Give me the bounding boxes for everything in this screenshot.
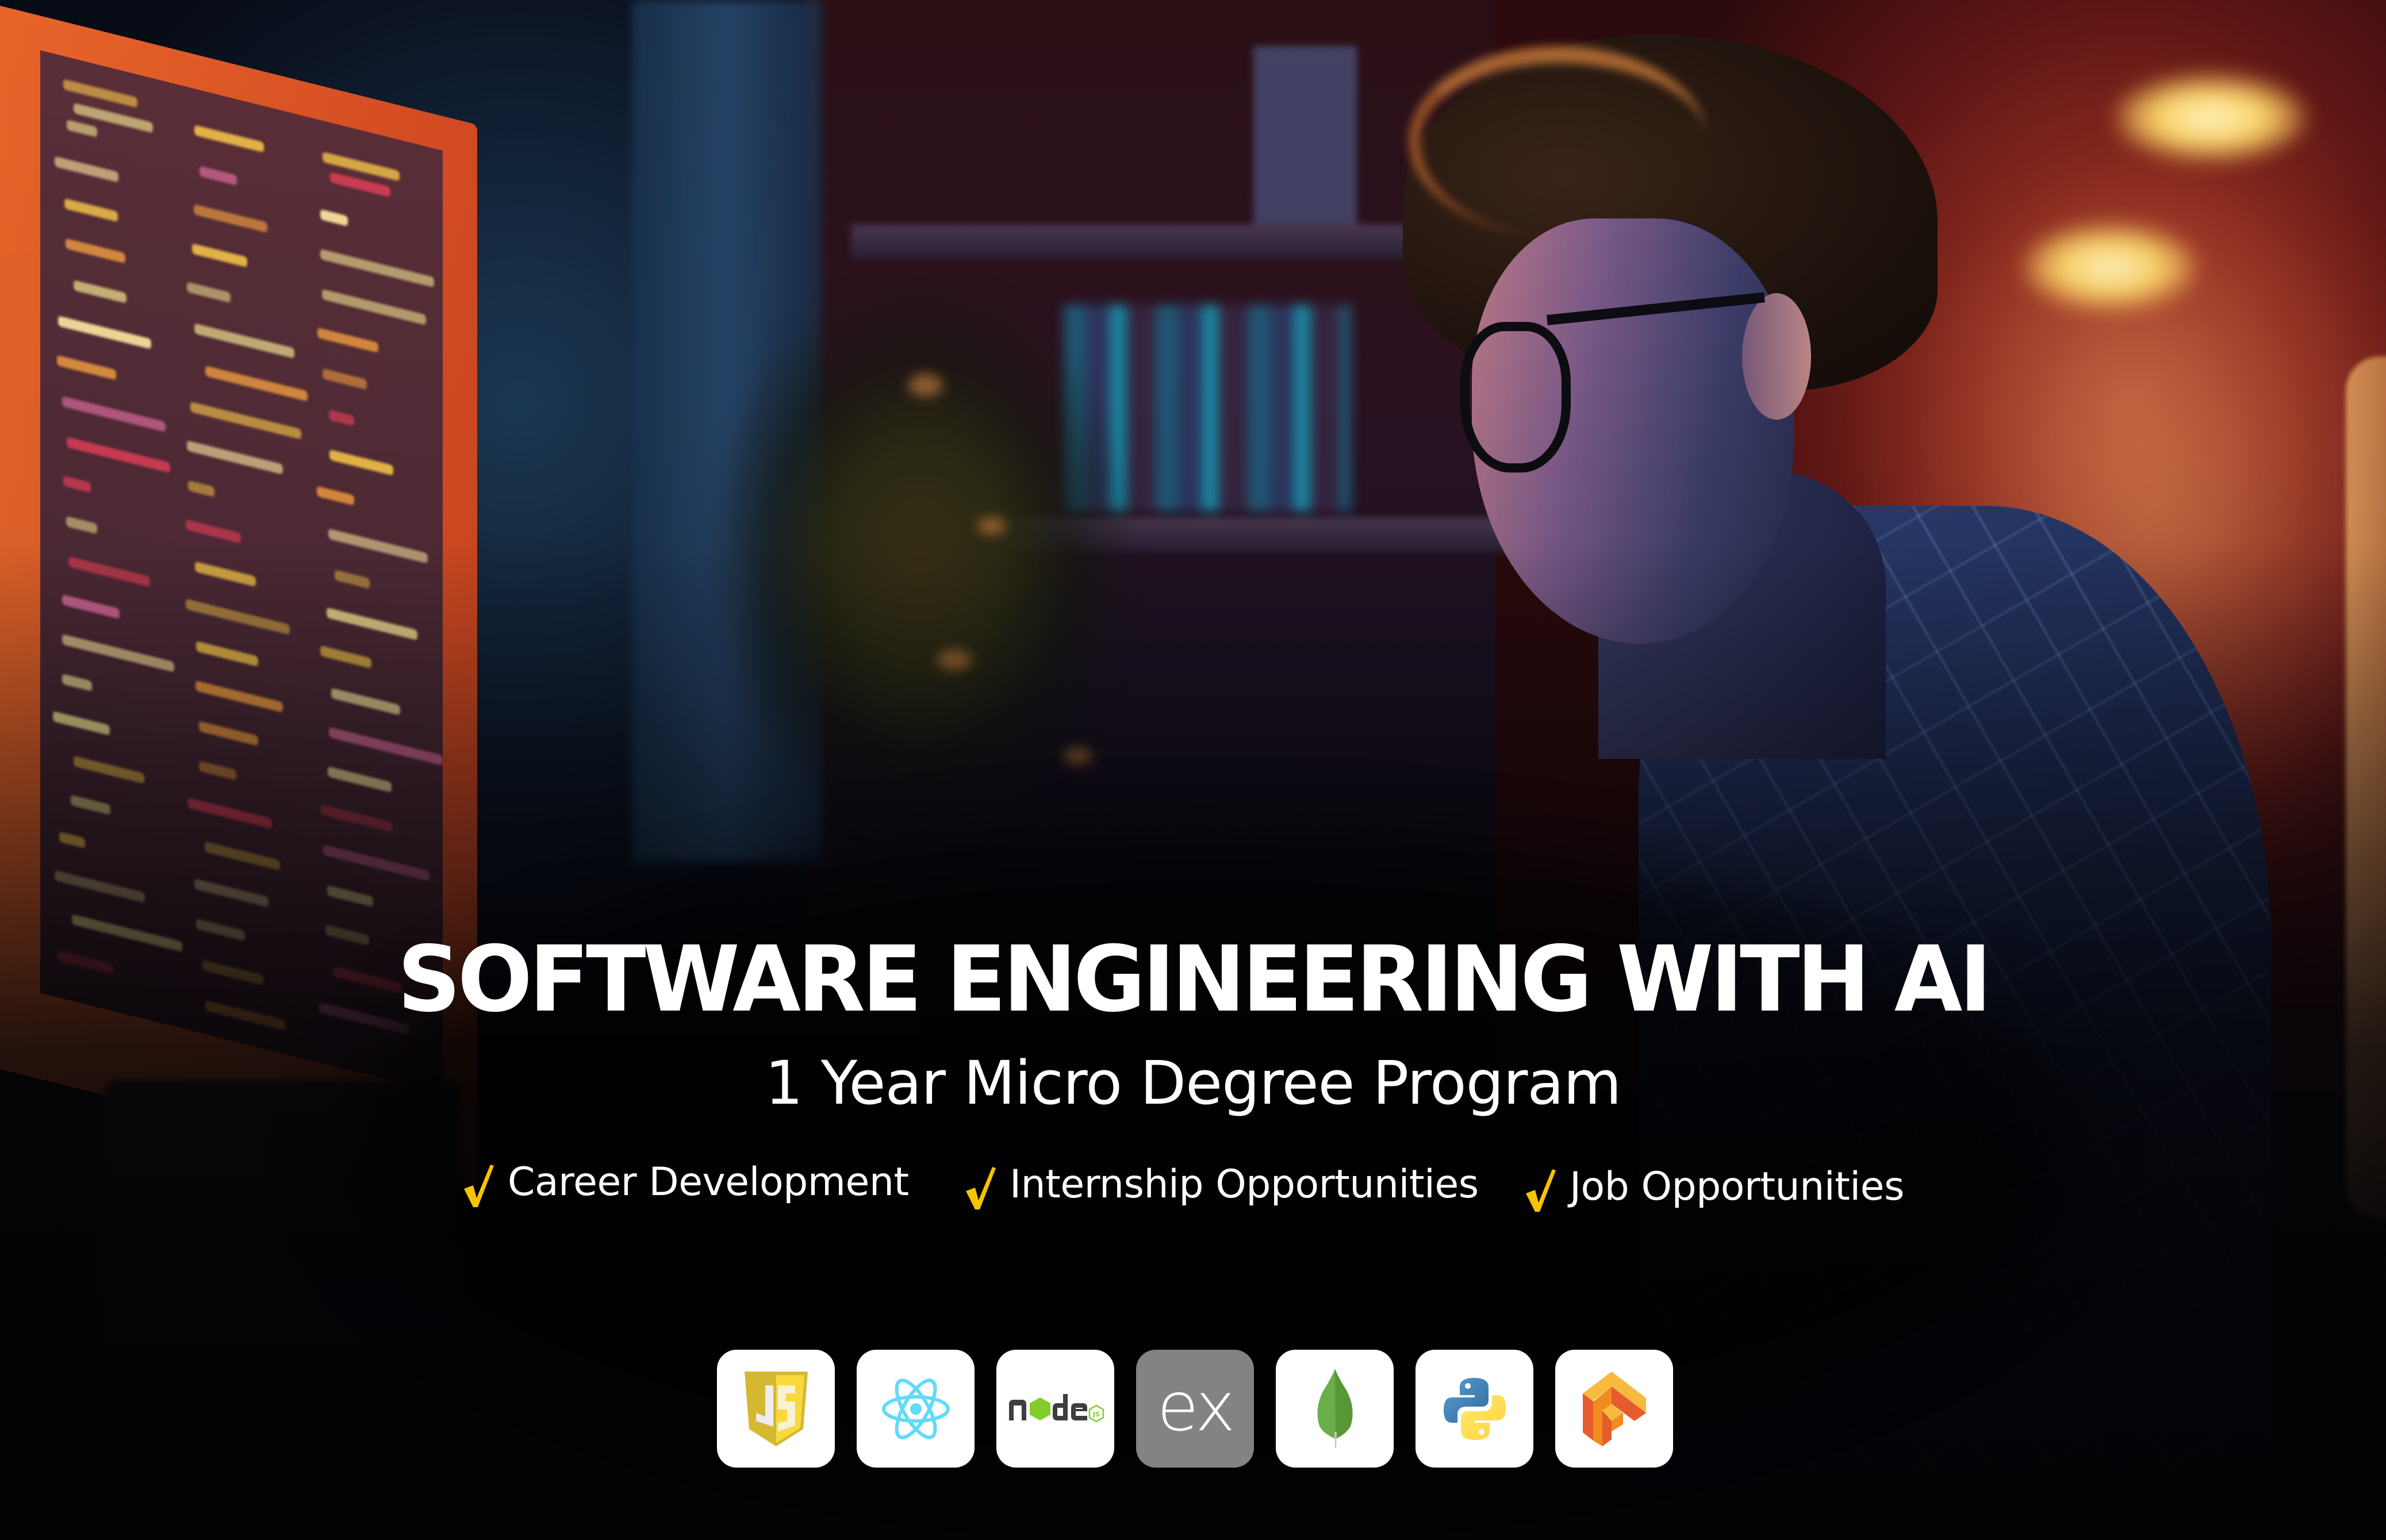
check-icon: [463, 1162, 495, 1208]
svg-text:JS: JS: [1092, 1411, 1099, 1418]
javascript-logo-icon: [744, 1371, 808, 1446]
tech-tensorflow: [1555, 1350, 1673, 1468]
feature-list: Career Development Internship Opportunit…: [0, 1159, 2386, 1222]
check-icon: [965, 1165, 997, 1211]
feature-label: Internship Opportunities: [1010, 1161, 1479, 1207]
check-icon: [1525, 1167, 1557, 1213]
technology-logos: JS ex: [717, 1350, 1673, 1468]
tech-javascript: [717, 1350, 835, 1468]
feature-item-career-development: Career Development: [463, 1159, 909, 1208]
react-logo-icon: [881, 1378, 950, 1439]
feature-label: Career Development: [508, 1159, 909, 1205]
tech-python: [1416, 1350, 1533, 1468]
feature-item-internship-opportunities: Internship Opportunities: [965, 1161, 1479, 1209]
mongodb-leaf-icon: [1317, 1368, 1353, 1448]
promo-banner: SOFTWARE ENGINEERING WITH AI 1 Year Micr…: [0, 0, 2386, 1540]
feature-item-job-opportunities: Job Opportunities: [1525, 1163, 1904, 1212]
python-logo-icon: [1443, 1377, 1506, 1440]
tech-nodejs: JS: [996, 1350, 1114, 1468]
tensorflow-logo-icon: [1582, 1371, 1646, 1446]
tech-react: [857, 1350, 975, 1468]
program-subtitle: 1 Year Micro Degree Program: [765, 1048, 1622, 1118]
express-logo-icon: ex: [1157, 1366, 1235, 1446]
tech-mongodb: [1276, 1350, 1394, 1468]
tech-express: ex: [1136, 1350, 1254, 1468]
feature-label: Job Opportunities: [1570, 1163, 1904, 1209]
program-title: SOFTWARE ENGINEERING WITH AI: [397, 927, 1992, 1032]
nodejs-logo-icon: JS: [1008, 1393, 1104, 1422]
background-scene: [0, 0, 2386, 1540]
